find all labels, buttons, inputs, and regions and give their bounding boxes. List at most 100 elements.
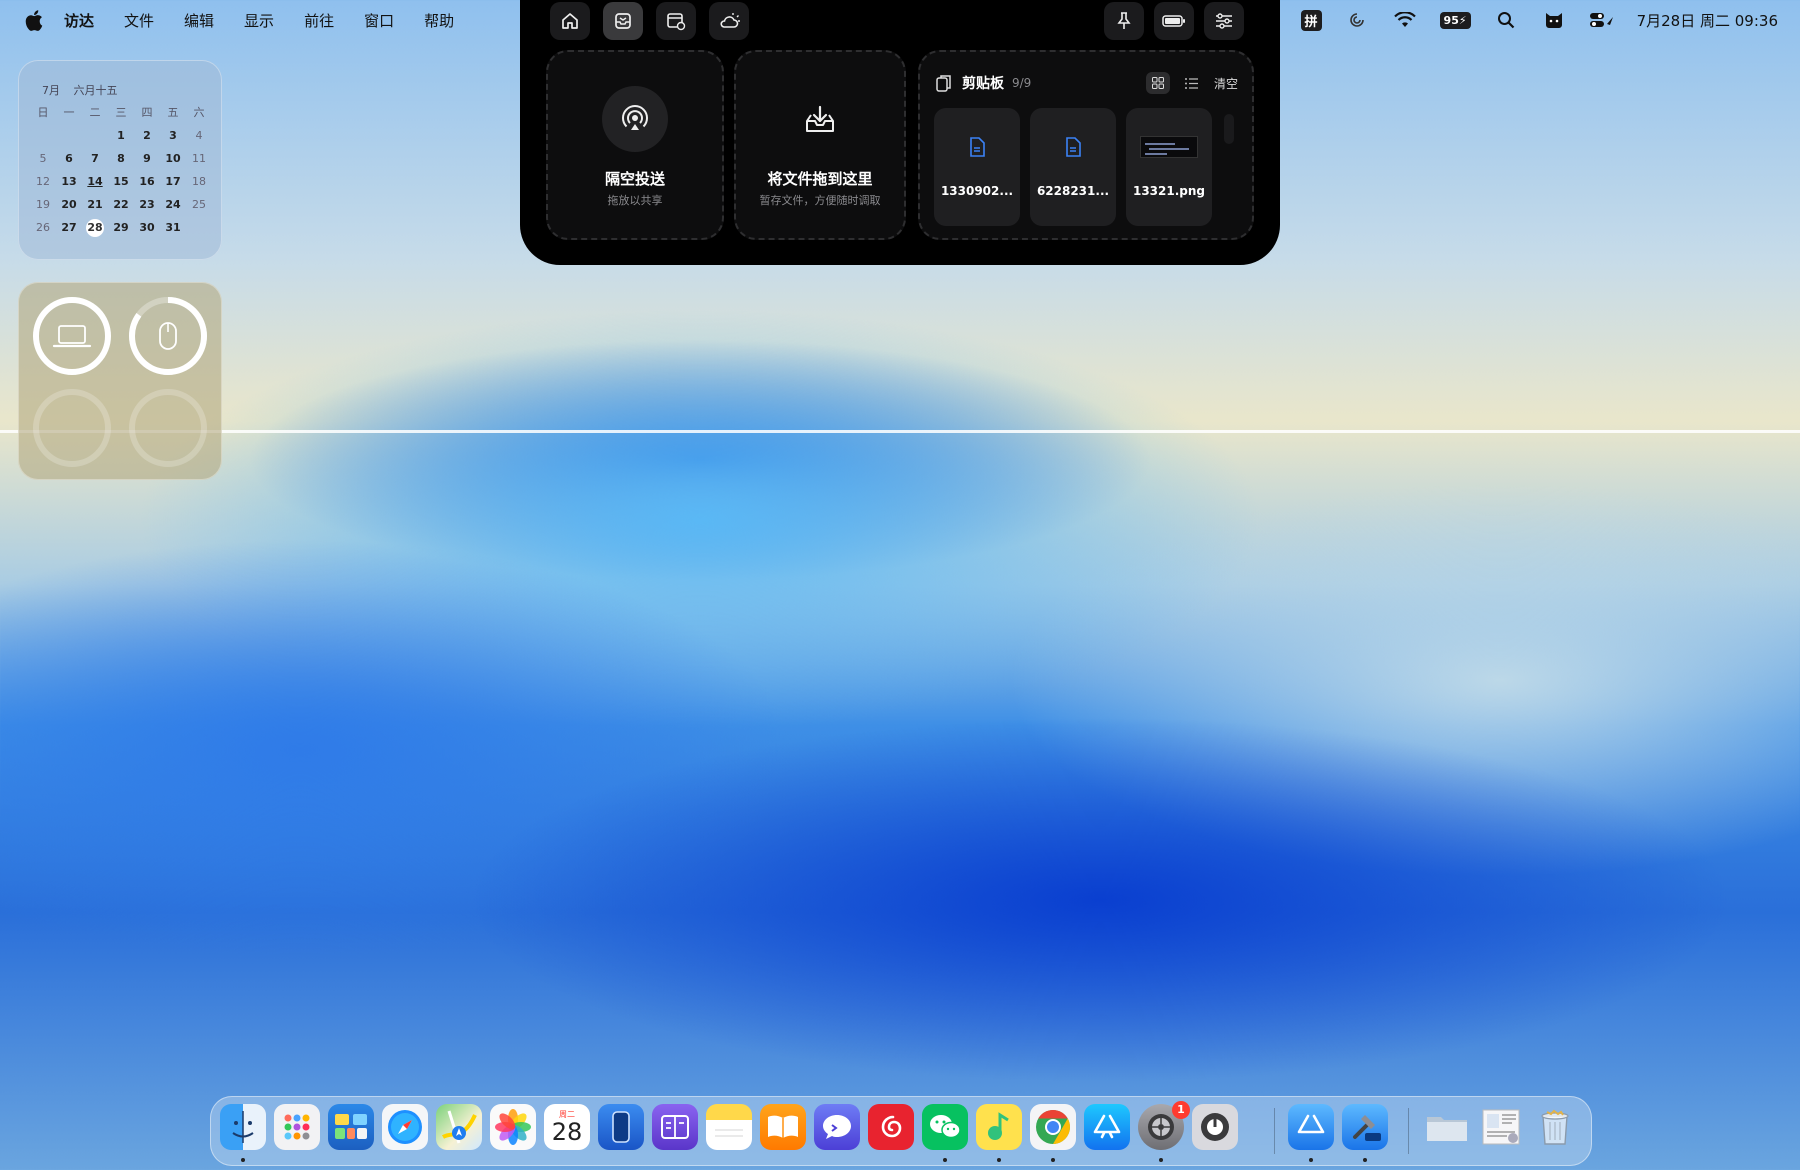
calendar-icon[interactable]: 周二 28 — [544, 1104, 590, 1150]
safari-icon[interactable] — [382, 1104, 428, 1150]
calendar-day[interactable]: 20 — [56, 196, 82, 214]
calendar-day[interactable]: 10 — [160, 150, 186, 168]
calendar-day[interactable]: 7 — [82, 150, 108, 168]
menu-app-name[interactable]: 访达 — [64, 10, 94, 31]
calendar-day[interactable]: 4 — [186, 127, 212, 145]
photos-icon[interactable] — [490, 1104, 536, 1150]
chrome-icon[interactable] — [1030, 1104, 1076, 1150]
xcode-icon[interactable] — [1288, 1104, 1334, 1150]
calendar-day[interactable]: 31 — [160, 219, 186, 237]
apple-menu-icon[interactable] — [22, 9, 46, 31]
list-view-button[interactable] — [1180, 72, 1204, 94]
downloads-folder-icon[interactable] — [1424, 1104, 1470, 1150]
qq-music-icon[interactable] — [976, 1104, 1022, 1150]
calendar-day[interactable]: 9 — [134, 150, 160, 168]
calendar-day[interactable]: 17 — [160, 173, 186, 191]
calendar-day[interactable]: 25 — [186, 196, 212, 214]
calendar-day[interactable]: 26 — [30, 219, 56, 237]
app-store-icon[interactable] — [1084, 1104, 1130, 1150]
battery-button[interactable] — [1154, 2, 1194, 40]
activity-icon[interactable] — [1192, 1104, 1238, 1150]
cat-app-icon[interactable] — [1541, 9, 1567, 31]
calendar-day[interactable]: 14 — [82, 173, 108, 191]
battery-percent: 95 — [1443, 13, 1459, 27]
pin-button[interactable] — [1104, 2, 1144, 40]
calendar-day[interactable]: 24 — [160, 196, 186, 214]
menu-view[interactable]: 显示 — [244, 10, 274, 31]
battery-widget[interactable] — [18, 282, 222, 480]
home-button[interactable] — [550, 2, 590, 40]
calendar-day[interactable]: 19 — [30, 196, 56, 214]
calendar-day[interactable]: 30 — [134, 219, 160, 237]
calendar-day[interactable]: 18 — [186, 173, 212, 191]
menu-help[interactable]: 帮助 — [424, 10, 454, 31]
calendar-day[interactable]: 5 — [30, 150, 56, 168]
calendar-day[interactable]: 16 — [134, 173, 160, 191]
calendar-day — [82, 127, 108, 145]
trash-icon[interactable] — [1532, 1104, 1578, 1150]
clipboard-scrollbar[interactable] — [1224, 114, 1234, 144]
menu-window[interactable]: 窗口 — [364, 10, 394, 31]
calendar-day[interactable]: 12 — [30, 173, 56, 191]
xcode-beta-icon[interactable] — [1342, 1104, 1388, 1150]
battery-indicator[interactable]: 95⚡ — [1439, 11, 1471, 29]
drop-zone-subtitle: 暂存文件，方便随时调取 — [759, 194, 881, 207]
calendar-day — [30, 127, 56, 145]
calendar-view-button[interactable] — [656, 2, 696, 40]
menu-file[interactable]: 文件 — [124, 10, 154, 31]
wifi-icon[interactable] — [1392, 9, 1418, 31]
calendar-day[interactable]: 22 — [108, 196, 134, 214]
calendar-lunar-date: 六月十五 — [73, 84, 118, 97]
calendar-day[interactable]: 29 — [108, 219, 134, 237]
clear-clipboard-button[interactable]: 清空 — [1214, 75, 1238, 92]
weather-button[interactable] — [709, 2, 749, 40]
menu-go[interactable]: 前往 — [304, 10, 334, 31]
weather-icon — [720, 13, 740, 28]
grid-view-button[interactable] — [1145, 72, 1170, 94]
calendar-day — [186, 219, 212, 237]
calendar-day[interactable]: 3 — [160, 127, 186, 145]
airdrop-subtitle: 拖放以共享 — [607, 194, 663, 207]
netease-music-icon[interactable] — [868, 1104, 914, 1150]
clipboard-item[interactable]: 6228231... — [1030, 108, 1116, 226]
calendar-day[interactable]: 11 — [186, 150, 212, 168]
clipboard-count: 9/9 — [1012, 76, 1032, 90]
file-drop-zone[interactable]: 将文件拖到这里 暂存文件，方便随时调取 — [734, 50, 906, 240]
document-stack-icon[interactable] — [1478, 1104, 1524, 1150]
maps-icon[interactable] — [436, 1104, 482, 1150]
tray-button[interactable] — [603, 2, 643, 40]
calendar-day[interactable]: 8 — [108, 150, 134, 168]
message-bubble-icon[interactable] — [814, 1104, 860, 1150]
calendar-day[interactable]: 6 — [56, 150, 82, 168]
calendar-day[interactable]: 27 — [56, 219, 82, 237]
notes-app-icon[interactable] — [652, 1104, 698, 1150]
dock: 周二 28 1 — [210, 1096, 1592, 1166]
clipboard-item[interactable]: 1330902... — [934, 108, 1020, 226]
calendar-day[interactable]: 13 — [56, 173, 82, 191]
books-icon[interactable] — [760, 1104, 806, 1150]
iphone-mirroring-icon[interactable] — [598, 1104, 644, 1150]
calendar-day[interactable]: 23 — [134, 196, 160, 214]
clipboard-item[interactable]: 13321.png — [1126, 108, 1212, 226]
wechat-icon[interactable] — [922, 1104, 968, 1150]
wallpaper-wave — [0, 430, 1800, 750]
input-method-icon[interactable]: 拼 — [1300, 9, 1322, 31]
calendar-day — [56, 127, 82, 145]
menubar-clock[interactable]: 7月28日 周二 09:36 — [1637, 10, 1778, 31]
calendar-day[interactable]: 2 — [134, 127, 160, 145]
calendar-widget[interactable]: 7月 六月十五 日一二三四五六 1 2 3 4 5 6 7 8 9 10 11 12 13 14 15 16 17… — [18, 60, 222, 260]
calendar-day[interactable]: 28 — [86, 219, 104, 237]
calendar-day[interactable]: 21 — [82, 196, 108, 214]
mission-control-icon[interactable] — [328, 1104, 374, 1150]
spiral-icon[interactable] — [1344, 9, 1370, 31]
airdrop-card[interactable]: 隔空投送 拖放以共享 — [546, 50, 724, 240]
settings-button[interactable] — [1204, 2, 1244, 40]
control-center-icon[interactable] — [1589, 9, 1615, 31]
spotlight-search-icon[interactable] — [1493, 9, 1519, 31]
calendar-day[interactable]: 1 — [108, 127, 134, 145]
launchpad-icon[interactable] — [274, 1104, 320, 1150]
stickies-icon[interactable] — [706, 1104, 752, 1150]
menu-edit[interactable]: 编辑 — [184, 10, 214, 31]
finder-icon[interactable] — [220, 1104, 266, 1150]
calendar-day[interactable]: 15 — [108, 173, 134, 191]
